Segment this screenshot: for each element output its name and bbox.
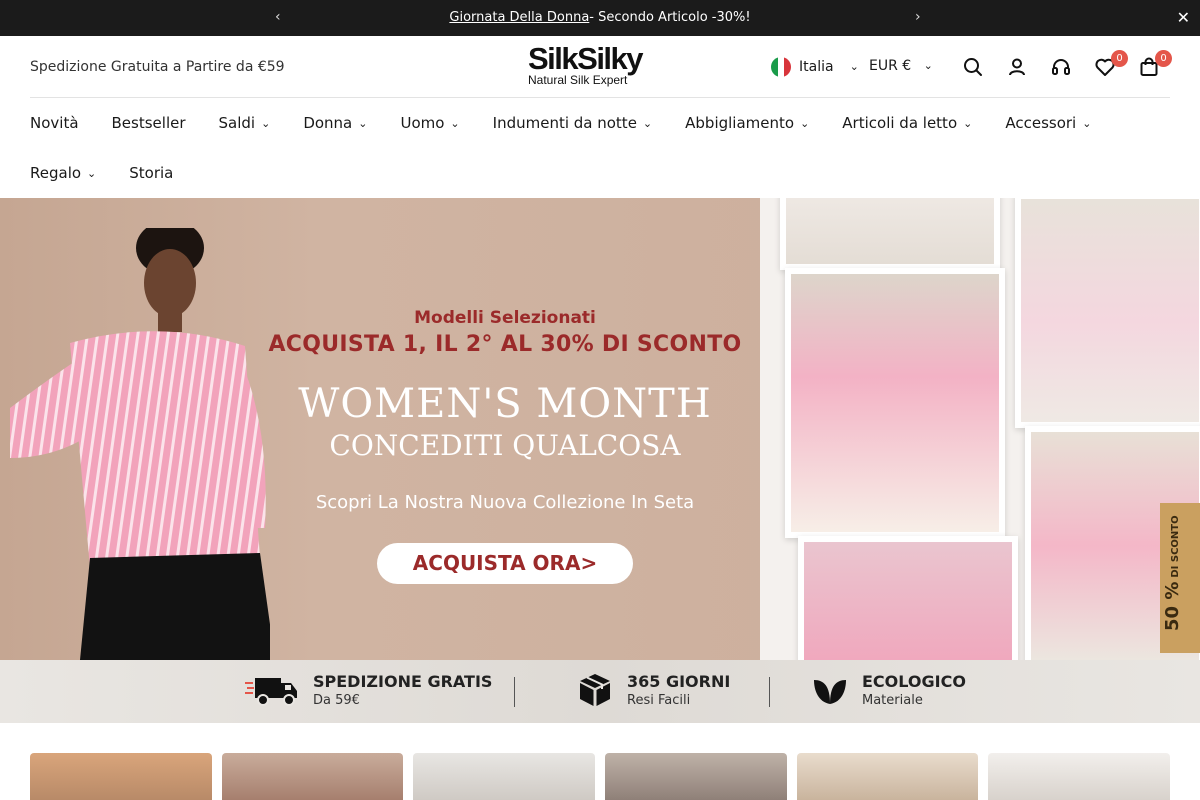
- product-card[interactable]: [988, 753, 1171, 800]
- discount-value: 50 %: [1162, 581, 1183, 631]
- account-icon[interactable]: [1006, 56, 1028, 78]
- discount-side-tab[interactable]: 50 % DI SCONTO: [1160, 503, 1200, 653]
- leaf-icon: [814, 680, 846, 704]
- wishlist-heart-icon[interactable]: 0: [1094, 50, 1128, 78]
- divider: [514, 677, 515, 707]
- chevron-down-icon: ⌄: [261, 117, 271, 130]
- announcement-text: - Secondo Articolo -30%!: [589, 10, 751, 25]
- product-card[interactable]: [221, 753, 404, 800]
- chevron-down-icon: ⌄: [87, 167, 97, 180]
- nav-item[interactable]: Indumenti da notte ⌄: [493, 98, 653, 148]
- collage-photo: [798, 536, 1018, 660]
- box-icon: [580, 674, 610, 706]
- chevron-right-icon[interactable]: ›: [915, 9, 921, 25]
- chevron-down-icon: ⌄: [800, 117, 810, 130]
- hero-promo: Modelli Selezionati ACQUISTA 1, IL 2° AL…: [255, 308, 755, 584]
- nav-item[interactable]: Uomo ⌄: [400, 98, 459, 148]
- nav-item-label: Indumenti da notte: [492, 114, 637, 132]
- product-card[interactable]: [413, 753, 596, 800]
- announcement-bar: ‹ Giornata Della Donna- Secondo Articolo…: [0, 0, 1200, 36]
- shipping-notice: Spedizione Gratuita a Partire da €59: [30, 59, 285, 75]
- nav-item[interactable]: Regalo ⌄: [30, 148, 96, 198]
- support-headset-icon[interactable]: [1050, 56, 1072, 78]
- nav-item[interactable]: Accessori ⌄: [1005, 98, 1091, 148]
- main-navigation: Novità Bestseller Saldi ⌄ Donna ⌄ Uomo ⌄ Indumen…: [30, 98, 1170, 198]
- header-icons: 0 0: [962, 50, 1172, 78]
- search-icon[interactable]: [962, 56, 984, 78]
- feature-subtitle: Resi Facili: [627, 693, 691, 708]
- cart-bag-icon[interactable]: 0: [1138, 50, 1172, 78]
- promo-line-selected-models: Modelli Selezionati: [414, 308, 596, 328]
- chevron-down-icon: ⌄: [849, 59, 859, 73]
- feature-subtitle: Da 59€: [313, 693, 360, 708]
- logo[interactable]: SilkSilky Natural Silk Expert: [528, 41, 678, 87]
- nav-item[interactable]: Novità: [30, 98, 79, 148]
- shop-now-button[interactable]: ACQUISTA ORA>: [377, 543, 633, 584]
- truck-icon: [245, 678, 297, 706]
- feature-eco: ECOLOGICO Materiale: [812, 672, 966, 708]
- collage-photo: [780, 198, 1000, 270]
- collage-photo: [785, 268, 1005, 538]
- announcement-message: Giornata Della Donna- Secondo Articolo -…: [0, 10, 1200, 25]
- nav-item-label: Novità: [30, 114, 79, 132]
- promo-line-offer: ACQUISTA 1, IL 2° AL 30% DI SCONTO: [268, 332, 742, 357]
- nav-item-label: Storia: [129, 164, 174, 182]
- divider: [769, 677, 770, 707]
- country-selector[interactable]: Italia ⌄: [771, 57, 859, 77]
- promo-headline: WOMEN'S MONTH: [298, 381, 712, 427]
- nav-item[interactable]: Abbigliamento ⌄: [685, 98, 809, 148]
- collage-photo: [1015, 198, 1200, 428]
- photo-collage: [760, 198, 1200, 660]
- cart-count-badge: 0: [1155, 50, 1172, 67]
- chevron-down-icon: ⌄: [963, 117, 973, 130]
- currency-selector[interactable]: EUR € ⌄: [869, 58, 933, 74]
- logo-tagline: Natural Silk Expert: [528, 73, 628, 87]
- product-thumbnails: [30, 753, 1171, 800]
- promo-subheadline: CONCEDITI QUALCOSA: [329, 429, 681, 462]
- product-card[interactable]: [605, 753, 787, 800]
- nav-item-label: Bestseller: [111, 114, 186, 132]
- chevron-down-icon: ⌄: [1082, 117, 1092, 130]
- product-card[interactable]: [30, 753, 212, 800]
- site-header: Spedizione Gratuita a Partire da €59 Sil…: [30, 36, 1172, 98]
- logo-brand: SilkSilky: [528, 41, 644, 76]
- chevron-down-icon: ⌄: [923, 59, 933, 72]
- promo-description: Scopri La Nostra Nuova Collezione In Set…: [315, 492, 695, 513]
- nav-item[interactable]: Donna ⌄: [303, 98, 367, 148]
- nav-item-label: Regalo: [30, 164, 82, 182]
- wishlist-count-badge: 0: [1111, 50, 1128, 67]
- nav-item-label: Uomo: [400, 114, 445, 132]
- chevron-down-icon: ⌄: [358, 117, 368, 130]
- model-image: [10, 228, 270, 660]
- italy-flag-icon: [771, 57, 791, 77]
- feature-title: 365 GIORNI: [627, 672, 731, 691]
- chevron-down-icon: ⌄: [642, 117, 653, 130]
- nav-item[interactable]: Saldi ⌄: [219, 98, 271, 148]
- announcement-link[interactable]: Giornata Della Donna: [449, 10, 589, 25]
- product-card[interactable]: [796, 753, 979, 800]
- nav-item-label: Abbigliamento: [685, 114, 795, 132]
- feature-title: SPEDIZIONE GRATIS: [313, 672, 493, 691]
- nav-item-label: Accessori: [1005, 114, 1077, 132]
- hero-banner[interactable]: Modelli Selezionati ACQUISTA 1, IL 2° AL…: [0, 198, 1200, 660]
- nav-item[interactable]: Storia: [129, 148, 173, 198]
- country-label: Italia: [799, 59, 834, 75]
- feature-returns: 365 GIORNI Resi Facili: [578, 672, 730, 708]
- currency-label: EUR €: [869, 58, 912, 74]
- feature-free-shipping: SPEDIZIONE GRATIS Da 59€: [245, 672, 492, 708]
- nav-item-label: Articoli da letto: [842, 114, 958, 132]
- nav-item[interactable]: Articoli da letto ⌄: [842, 98, 972, 148]
- feature-title: ECOLOGICO: [862, 672, 966, 691]
- features-bar: SPEDIZIONE GRATIS Da 59€ 365 GIORNI Resi…: [0, 660, 1200, 723]
- nav-item[interactable]: Bestseller: [112, 98, 186, 148]
- nav-item-label: Saldi: [218, 114, 256, 132]
- chevron-down-icon: ⌄: [450, 117, 460, 130]
- nav-item-label: Donna: [303, 114, 353, 132]
- feature-subtitle: Materiale: [862, 693, 923, 708]
- discount-label: DI SCONTO: [1170, 515, 1181, 578]
- close-icon[interactable]: ✕: [1177, 8, 1190, 27]
